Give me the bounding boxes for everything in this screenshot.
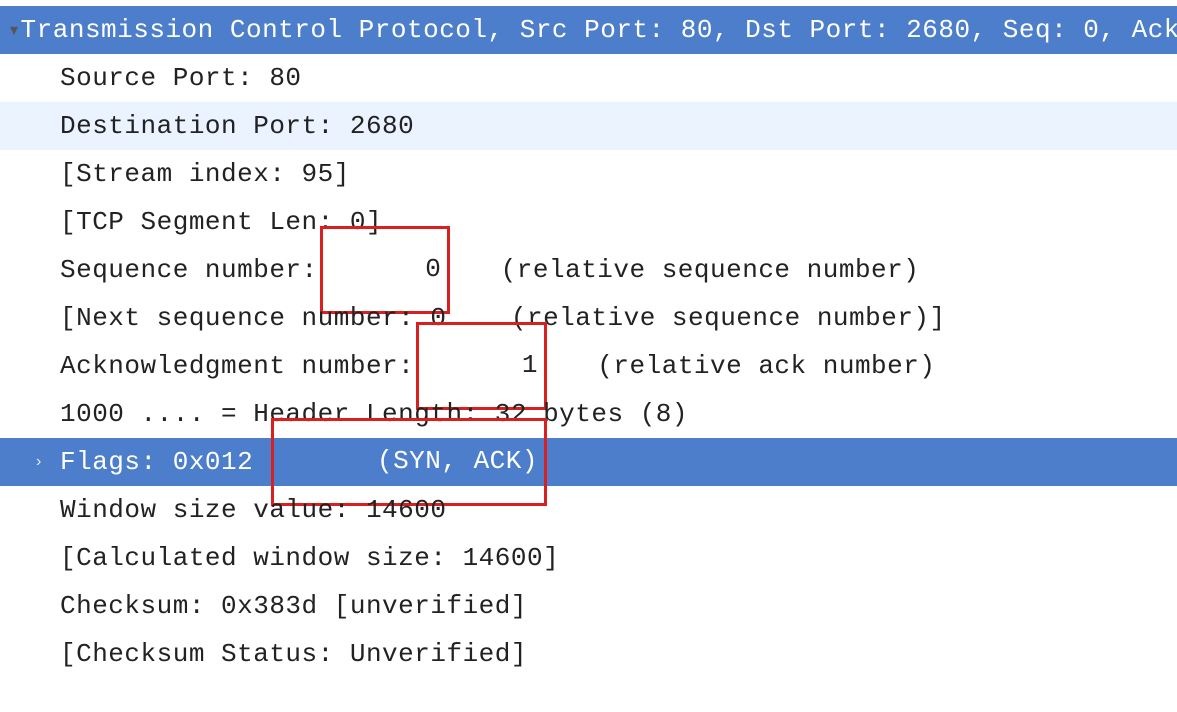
ack-number-value: 1 bbox=[522, 350, 538, 380]
tcp-header-row[interactable]: ▾ Transmission Control Protocol, Src Por… bbox=[0, 6, 1177, 54]
flags-row[interactable]: › Flags: 0x012 (SYN, ACK) bbox=[0, 438, 1177, 486]
segment-len-row[interactable]: [TCP Segment Len: 0] bbox=[0, 198, 1177, 246]
checksum-status-row[interactable]: [Checksum Status: Unverified] bbox=[0, 630, 1177, 678]
dest-port-row[interactable]: Destination Port: 2680 bbox=[0, 102, 1177, 150]
sequence-number-label: Sequence number: bbox=[60, 255, 318, 285]
checksum-row[interactable]: Checksum: 0x383d [unverified] bbox=[0, 582, 1177, 630]
packet-details-pane[interactable]: ▾ Transmission Control Protocol, Src Por… bbox=[0, 0, 1177, 712]
sequence-number-row[interactable]: Sequence number: 0 (relative sequence nu… bbox=[0, 246, 1177, 294]
window-size-row[interactable]: Window size value: 14600 bbox=[0, 486, 1177, 534]
checksum-status-text: [Checksum Status: Unverified] bbox=[60, 639, 527, 669]
checksum-text: Checksum: 0x383d [unverified] bbox=[60, 591, 527, 621]
ack-number-value-box: 1 bbox=[416, 322, 547, 410]
flags-names: (SYN, ACK) bbox=[377, 446, 538, 476]
source-port-row[interactable]: Source Port: 80 bbox=[0, 54, 1177, 102]
dest-port-text: Destination Port: 2680 bbox=[60, 111, 414, 141]
sequence-number-note: (relative sequence number) bbox=[452, 255, 919, 285]
header-length-row[interactable]: 1000 .... = Header Length: 32 bytes (8) bbox=[0, 390, 1177, 438]
expand-toggle-icon[interactable]: ▾ bbox=[10, 20, 19, 40]
calc-window-row[interactable]: [Calculated window size: 14600] bbox=[0, 534, 1177, 582]
next-seq-row[interactable]: [Next sequence number: 0 (relative seque… bbox=[0, 294, 1177, 342]
flags-names-box: (SYN, ACK) bbox=[271, 418, 547, 506]
ack-number-note: (relative ack number) bbox=[549, 351, 935, 381]
sequence-number-value: 0 bbox=[425, 254, 441, 284]
flags-prefix: Flags: 0x012 bbox=[60, 447, 269, 477]
ack-number-row[interactable]: Acknowledgment number: 1 (relative ack n… bbox=[0, 342, 1177, 390]
calc-window-text: [Calculated window size: 14600] bbox=[60, 543, 559, 573]
source-port-text: Source Port: 80 bbox=[60, 63, 302, 93]
stream-index-text: [Stream index: 95] bbox=[60, 159, 350, 189]
tcp-header-text: Transmission Control Protocol, Src Port:… bbox=[21, 15, 1177, 45]
sequence-number-value-box: 0 bbox=[320, 226, 451, 314]
stream-index-row[interactable]: [Stream index: 95] bbox=[0, 150, 1177, 198]
ack-number-label: Acknowledgment number: bbox=[60, 351, 414, 381]
window-size-text: Window size value: 14600 bbox=[60, 495, 446, 525]
collapse-toggle-icon[interactable]: › bbox=[36, 453, 58, 471]
